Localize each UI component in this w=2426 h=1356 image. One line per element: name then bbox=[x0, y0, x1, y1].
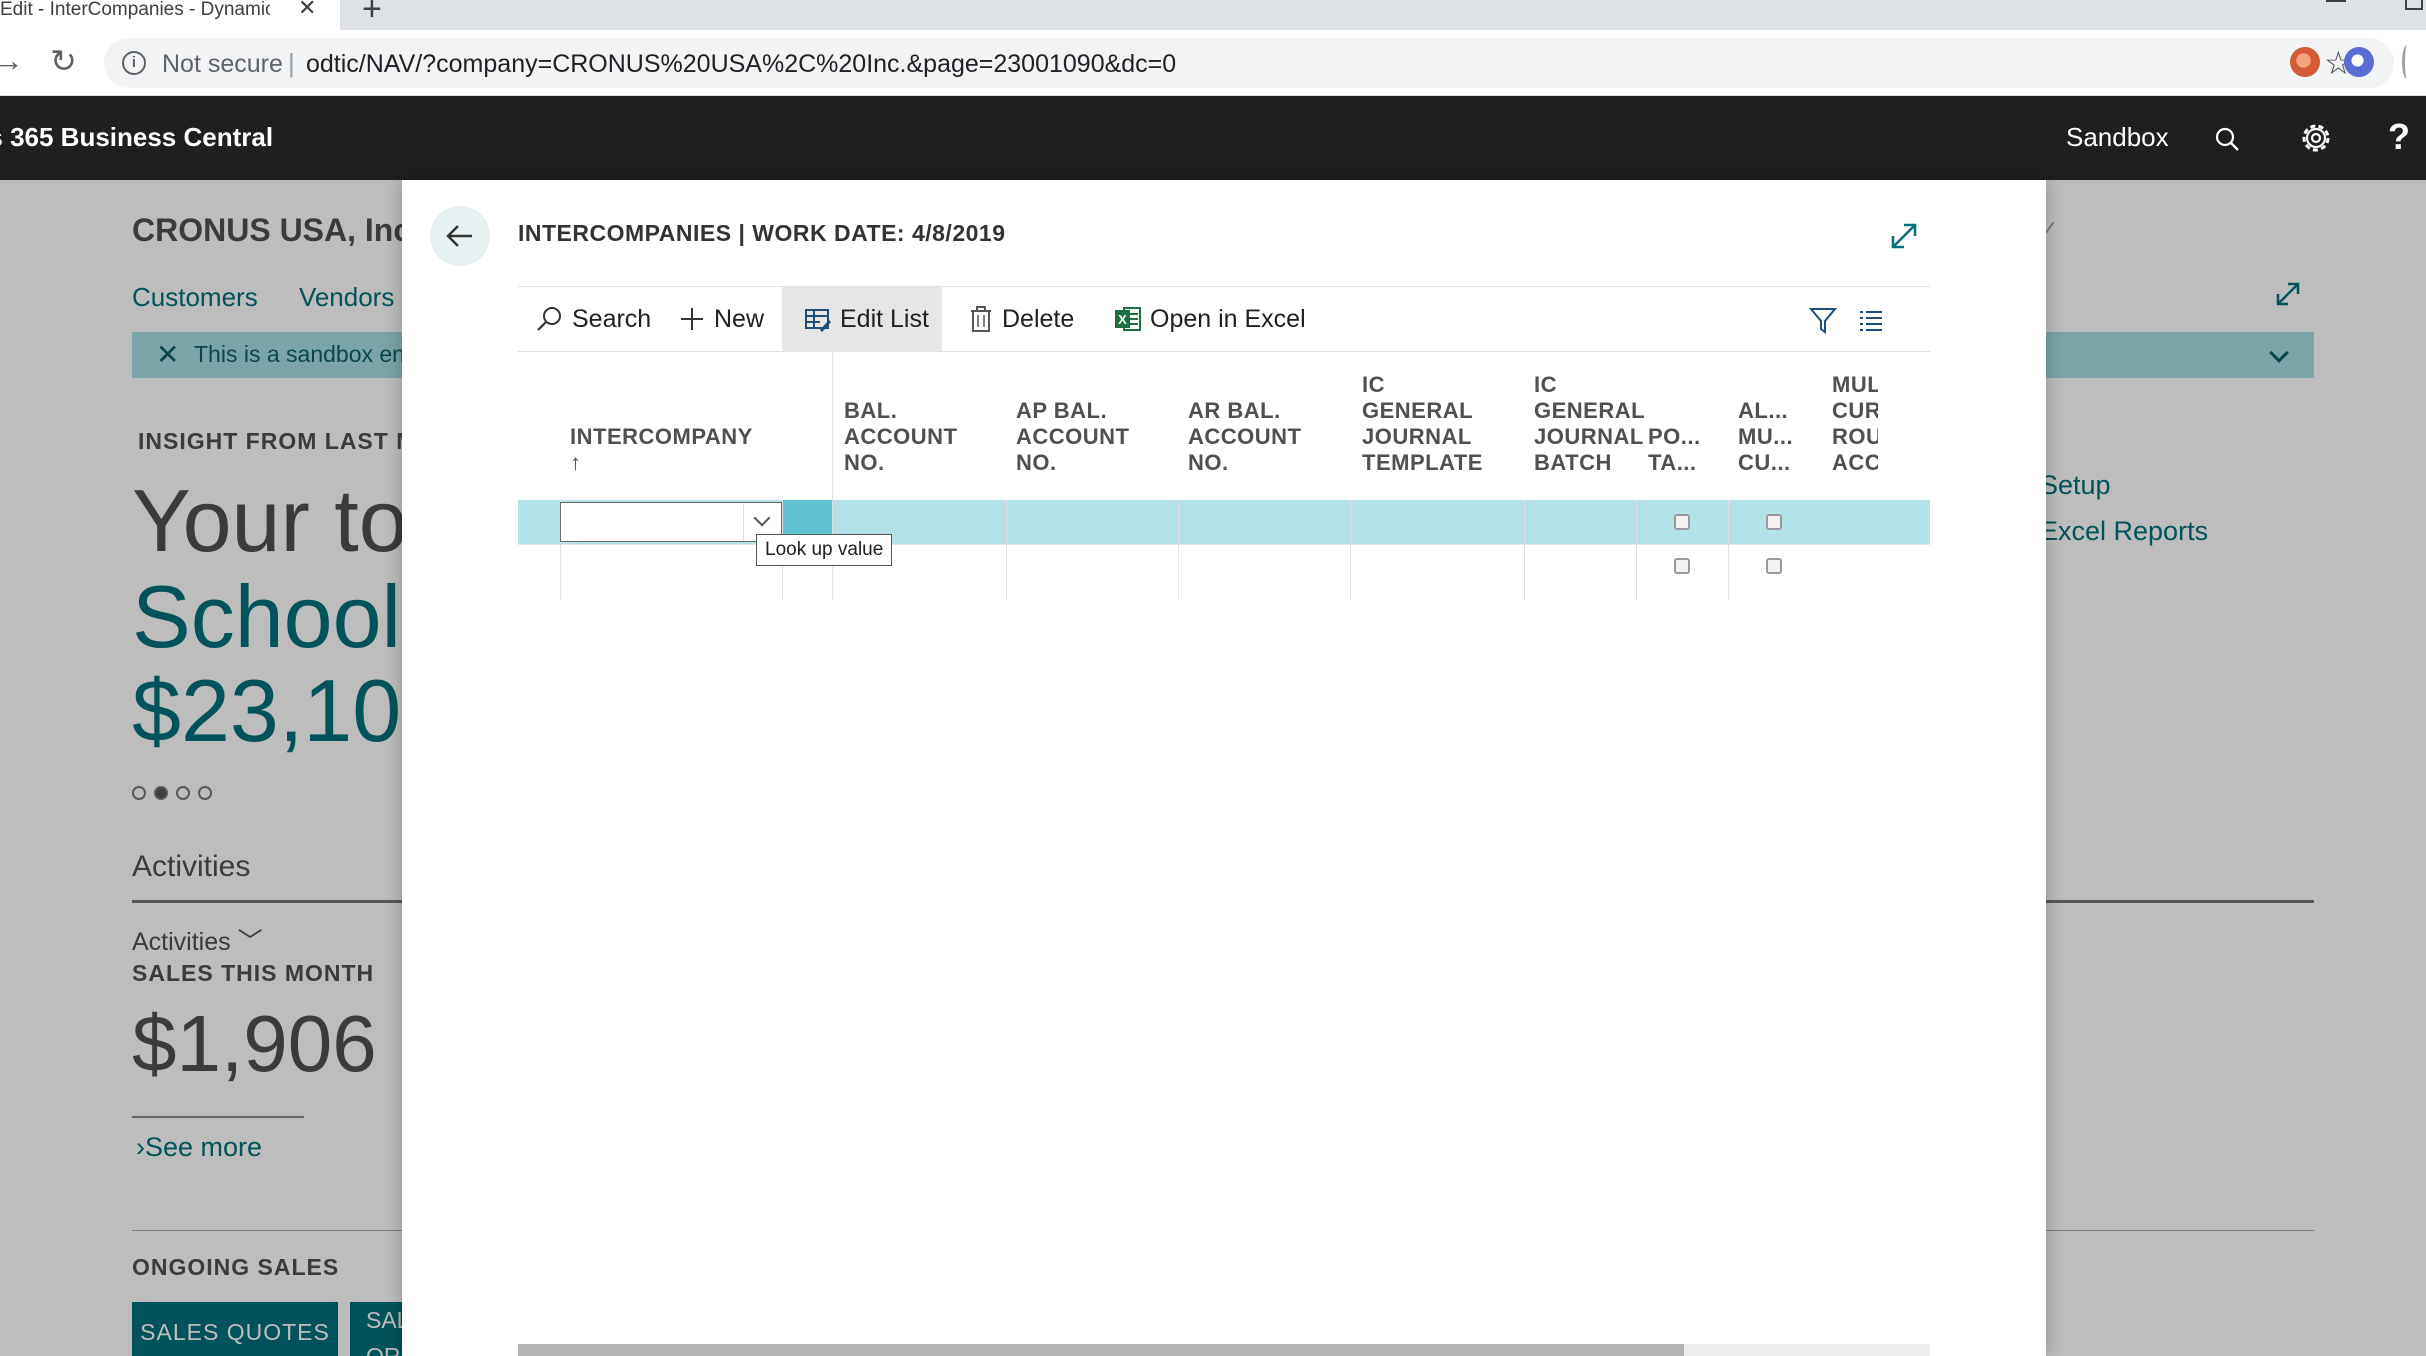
search-label: Search bbox=[572, 304, 652, 333]
scrollbar-thumb[interactable] bbox=[518, 1344, 1684, 1356]
excel-icon: X bbox=[1115, 307, 1141, 331]
column-header-intercompany[interactable]: INTERCOMPANY ↑ bbox=[570, 424, 790, 476]
new-button[interactable]: New bbox=[678, 287, 764, 351]
action-bar: Search New Edit List Delete X Open in Ex… bbox=[518, 286, 1930, 352]
trash-icon bbox=[971, 306, 991, 332]
column-header-allow-multi-currency[interactable]: AL... MU... CU... bbox=[1738, 398, 1800, 476]
url-text[interactable]: odtic/NAV/?company=CRONUS%20USA%2C%20Inc… bbox=[306, 50, 1176, 79]
delete-button[interactable]: Delete bbox=[968, 287, 1074, 351]
gear-icon[interactable] bbox=[2296, 118, 2336, 158]
window-minimize-icon[interactable] bbox=[2326, 0, 2346, 2]
open-in-excel-label: Open in Excel bbox=[1150, 304, 1306, 333]
environment-name: Sandbox bbox=[2066, 122, 2169, 152]
posting-type-checkbox[interactable] bbox=[1674, 558, 1690, 574]
extension-icon[interactable] bbox=[2344, 47, 2374, 77]
window-maximize-icon[interactable] bbox=[2405, 0, 2423, 10]
open-in-excel-button[interactable]: X Open in Excel bbox=[1114, 287, 1306, 351]
column-divider bbox=[1636, 500, 1637, 600]
arrow-left-icon bbox=[446, 225, 472, 247]
intercompanies-grid: INTERCOMPANY ↑ BAL. ACCOUNT NO. AP BAL. … bbox=[518, 352, 1930, 600]
allow-multi-currency-checkbox[interactable] bbox=[1766, 514, 1782, 530]
column-header-ic-general-journal-template[interactable]: IC GENERAL JOURNAL TEMPLATE bbox=[1362, 372, 1512, 476]
browser-toolbar: → ↻ i Not secure | odtic/NAV/?company=CR… bbox=[0, 30, 2426, 96]
column-header-posting-type[interactable]: PO... TA... bbox=[1648, 424, 1710, 476]
app-header: Dynamics 365 Business Central Sandbox ? bbox=[0, 96, 2426, 180]
column-header-ap-bal-account-no[interactable]: AP BAL. ACCOUNT NO. bbox=[1016, 398, 1166, 476]
new-tab-icon[interactable]: + bbox=[362, 0, 382, 26]
search-button[interactable]: Search bbox=[534, 287, 651, 351]
column-header-multi-currency-rounding-account[interactable]: MULTI CURRENCY ROUNDING ACCOUNT bbox=[1832, 372, 1878, 476]
edit-list-label: Edit List bbox=[840, 304, 929, 333]
security-label: Not secure bbox=[162, 50, 283, 78]
help-icon[interactable]: ? bbox=[2388, 116, 2410, 158]
info-icon[interactable]: i bbox=[122, 51, 146, 75]
browser-tabstrip: Edit - InterCompanies - Dynamics 365 Bus… bbox=[0, 0, 2426, 30]
new-label: New bbox=[714, 304, 765, 333]
tab-title: Edit - InterCompanies - Dynamics 365 Bus… bbox=[0, 0, 270, 20]
address-separator: | bbox=[288, 48, 295, 78]
address-bar[interactable]: i Not secure | odtic/NAV/?company=CRONUS… bbox=[104, 38, 2394, 88]
browser-tab[interactable]: Edit - InterCompanies - Dynamics 365 Bus… bbox=[0, 0, 340, 30]
svg-text:X: X bbox=[1118, 312, 1127, 327]
search-icon[interactable] bbox=[2214, 126, 2240, 152]
column-divider bbox=[1350, 500, 1351, 600]
forward-icon[interactable]: → bbox=[0, 42, 24, 79]
intercompany-input[interactable] bbox=[560, 502, 782, 542]
column-divider bbox=[1178, 500, 1179, 600]
delete-label: Delete bbox=[1002, 304, 1075, 333]
filter-icon[interactable] bbox=[1808, 305, 1838, 335]
posting-type-checkbox[interactable] bbox=[1674, 514, 1690, 530]
extension-icon[interactable] bbox=[2402, 45, 2412, 79]
list-view-icon[interactable] bbox=[1858, 307, 1884, 333]
row-divider bbox=[518, 544, 1930, 545]
app-name[interactable]: Dynamics 365 Business Central bbox=[0, 122, 273, 153]
reload-icon[interactable]: ↻ bbox=[50, 42, 77, 80]
lookup-tooltip: Look up value bbox=[756, 534, 893, 566]
search-icon bbox=[537, 307, 561, 331]
plus-icon bbox=[681, 308, 703, 330]
column-header-ar-bal-account-no[interactable]: AR BAL. ACCOUNT NO. bbox=[1188, 398, 1338, 476]
intercompanies-dialog: INTERCOMPANIES | WORK DATE: 4/8/2019 Sea… bbox=[402, 180, 2046, 1356]
tab-close-icon[interactable]: ✕ bbox=[298, 0, 316, 19]
edit-list-icon bbox=[805, 309, 832, 333]
edit-list-button[interactable]: Edit List bbox=[782, 287, 942, 351]
expand-icon[interactable] bbox=[1888, 220, 1920, 252]
allow-multi-currency-checkbox[interactable] bbox=[1766, 558, 1782, 574]
column-divider bbox=[1728, 500, 1729, 600]
extension-icon[interactable] bbox=[2290, 47, 2320, 77]
back-button[interactable] bbox=[430, 206, 490, 266]
column-divider bbox=[1006, 500, 1007, 600]
horizontal-scrollbar[interactable] bbox=[518, 1344, 1930, 1356]
page-title: INTERCOMPANIES | WORK DATE: 4/8/2019 bbox=[518, 220, 1006, 246]
column-header-bal-account-no[interactable]: BAL. ACCOUNT NO. bbox=[844, 398, 994, 476]
column-divider bbox=[1524, 500, 1525, 600]
